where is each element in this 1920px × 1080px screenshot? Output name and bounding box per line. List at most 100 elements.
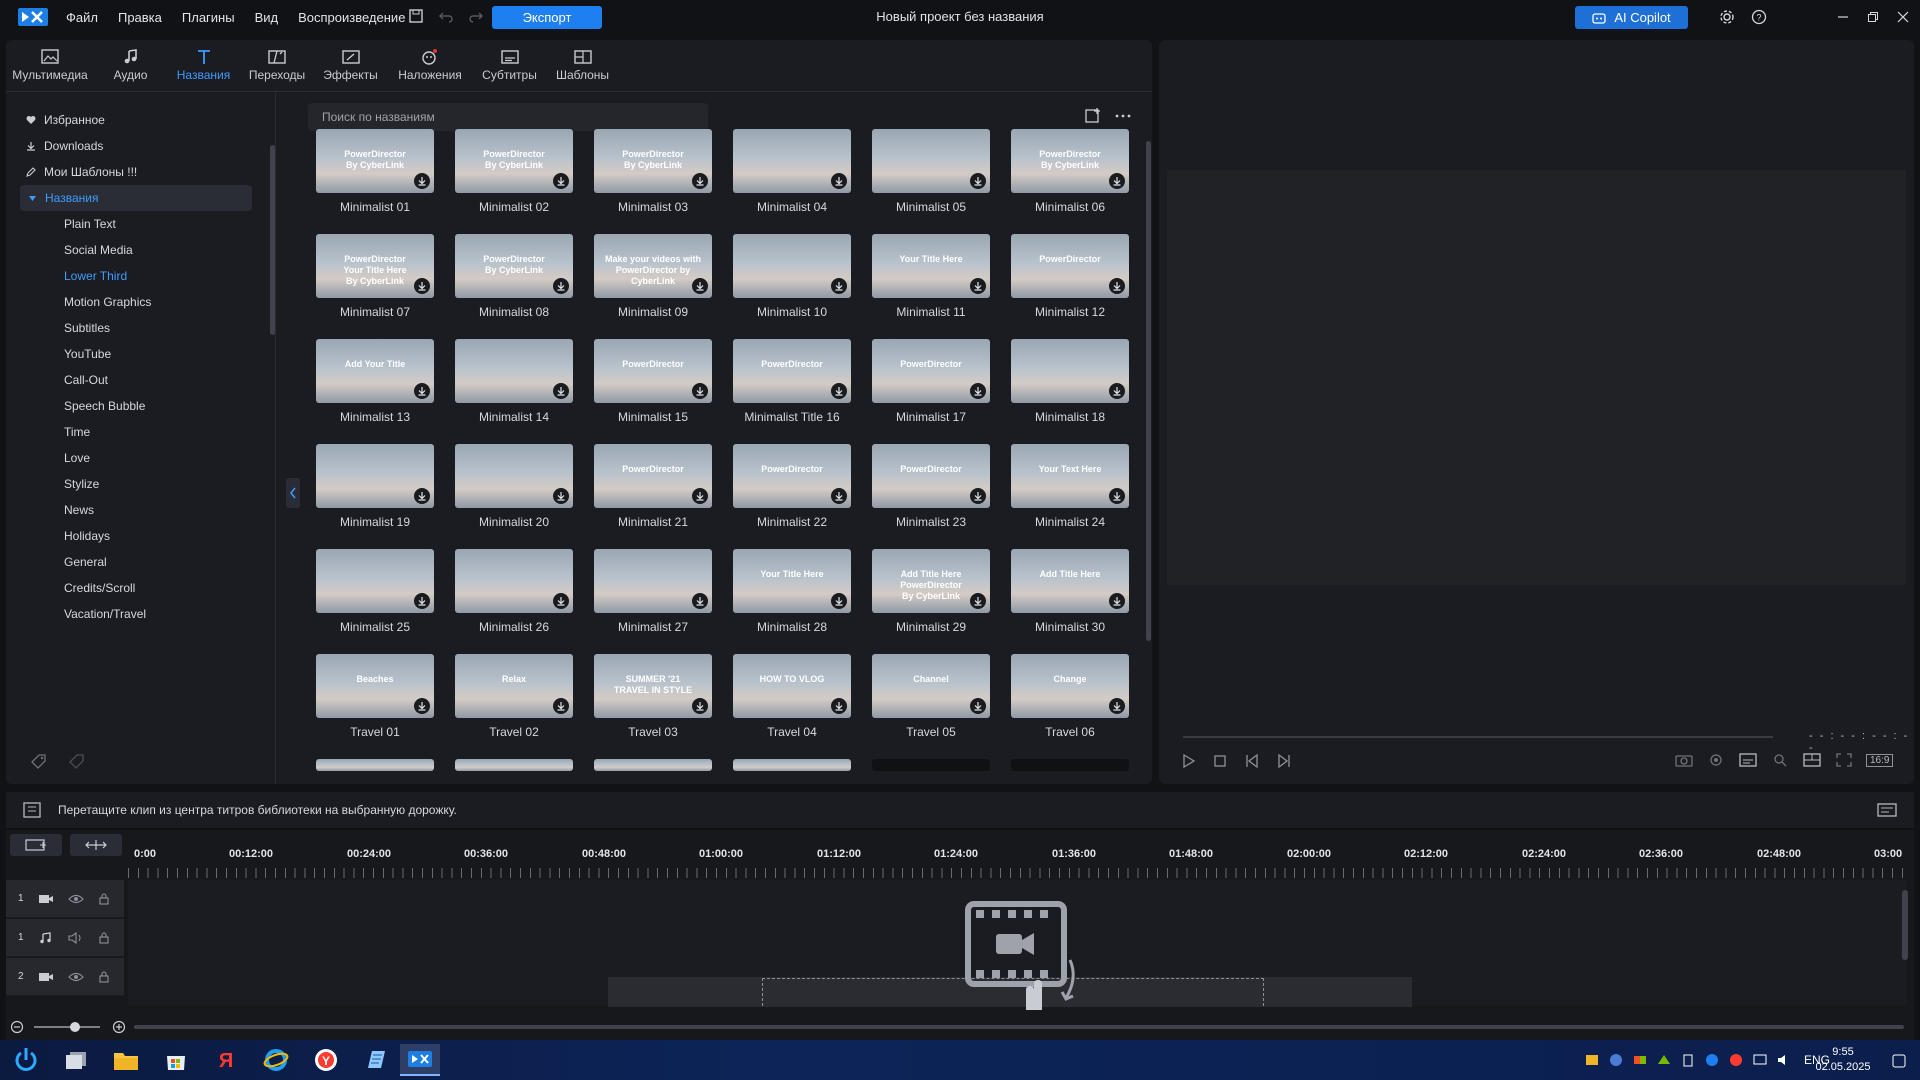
minimize-icon[interactable] (1832, 6, 1854, 28)
download-icon[interactable] (553, 173, 569, 189)
download-icon[interactable] (831, 698, 847, 714)
title-thumbnail[interactable]: Minimalist 14 (455, 339, 573, 424)
lock-icon[interactable] (98, 931, 110, 944)
sidebar-sub-motion-graphics[interactable]: Motion Graphics (64, 289, 151, 315)
download-icon[interactable] (414, 488, 430, 504)
tray-security-icon[interactable] (1704, 1052, 1720, 1068)
layout-icon[interactable] (1802, 752, 1822, 768)
tab-overlays[interactable]: Наложения (387, 40, 473, 91)
title-thumbnail[interactable]: PowerDirector Minimalist 21 (594, 444, 712, 529)
tray-network-icon[interactable] (1608, 1052, 1624, 1068)
sidebar-item-my-templates[interactable]: Мои Шаблоны !!! (26, 159, 137, 185)
file-explorer-icon[interactable] (106, 1044, 146, 1076)
export-button[interactable]: Экспорт (492, 6, 602, 29)
title-thumbnail[interactable]: Minimalist 05 (872, 129, 990, 214)
task-view-icon[interactable] (56, 1044, 96, 1076)
sidebar-sub-lower-third[interactable]: Lower Third (64, 263, 127, 289)
zoom-slider-handle[interactable] (70, 1022, 80, 1032)
title-thumbnail[interactable]: Minimalist 25 (316, 549, 434, 634)
ai-copilot-button[interactable]: AI Copilot (1575, 6, 1688, 29)
title-thumbnail[interactable]: Add Title Here Minimalist 30 (1011, 549, 1129, 634)
download-icon[interactable] (692, 698, 708, 714)
title-thumbnail[interactable]: PowerDirector By CyberLink Minimalist 01 (316, 129, 434, 214)
download-icon[interactable] (414, 593, 430, 609)
sidebar-item-titles[interactable]: Названия (20, 185, 252, 211)
lock-icon[interactable] (98, 892, 110, 905)
sidebar-sub-vacation-travel[interactable]: Vacation/Travel (64, 601, 146, 627)
internet-explorer-icon[interactable] (256, 1044, 296, 1076)
title-thumbnail[interactable]: PowerDirector By CyberLink Minimalist 02 (455, 129, 573, 214)
tray-nvidia-icon[interactable] (1656, 1052, 1672, 1068)
snapshot-icon[interactable] (1674, 752, 1694, 768)
tab-templates[interactable]: Шаблоны (546, 40, 619, 91)
tab-media[interactable]: Мультимедиа (6, 40, 94, 91)
menu-file[interactable]: Файл (66, 10, 98, 25)
tray-app-icon[interactable] (1584, 1052, 1600, 1068)
download-icon[interactable] (1109, 698, 1125, 714)
tray-yandex-icon[interactable] (1728, 1052, 1744, 1068)
fit-timeline-button[interactable] (70, 834, 122, 856)
track-header-video-2[interactable]: 2 (6, 958, 124, 996)
download-icon[interactable] (970, 383, 986, 399)
playback-scrubber[interactable] (1183, 736, 1773, 738)
stop-icon[interactable] (1211, 752, 1229, 770)
tray-volume-icon[interactable] (1776, 1052, 1792, 1068)
title-thumbnail[interactable]: Minimalist 18 (1011, 339, 1129, 424)
download-icon[interactable] (414, 383, 430, 399)
title-thumbnail[interactable]: Minimalist 27 (594, 549, 712, 634)
thumbnail-partial[interactable] (455, 759, 573, 771)
download-icon[interactable] (414, 278, 430, 294)
notepad-icon[interactable] (356, 1044, 396, 1076)
title-thumbnail[interactable]: Relax Travel 02 (455, 654, 573, 739)
search-titles-input[interactable]: Поиск по названиям (308, 103, 708, 131)
settings-icon[interactable] (1716, 6, 1738, 28)
more-icon[interactable] (1114, 107, 1132, 125)
menu-view[interactable]: Вид (255, 10, 279, 25)
zoom-out-icon[interactable] (10, 1020, 24, 1034)
thumbnail-partial[interactable] (872, 759, 990, 771)
restore-icon[interactable] (1862, 6, 1884, 28)
download-icon[interactable] (831, 593, 847, 609)
notifications-icon[interactable] (1890, 1052, 1908, 1070)
sidebar-item-downloads[interactable]: Downloads (26, 133, 103, 159)
download-icon[interactable] (831, 173, 847, 189)
title-thumbnail[interactable]: PowerDirector Minimalist 17 (872, 339, 990, 424)
sidebar-sub-youtube[interactable]: YouTube (64, 341, 111, 367)
sidebar-item-favorites[interactable]: Избранное (26, 107, 105, 133)
track-header-video-1[interactable]: 1 (6, 880, 124, 918)
title-thumbnail[interactable]: Your Text Here Minimalist 24 (1011, 444, 1129, 529)
record-icon[interactable] (1706, 752, 1726, 768)
title-thumbnail[interactable]: Change Travel 06 (1011, 654, 1129, 739)
download-icon[interactable] (553, 488, 569, 504)
title-thumbnail[interactable]: PowerDirector Minimalist 22 (733, 444, 851, 529)
download-icon[interactable] (1109, 383, 1125, 399)
title-thumbnail[interactable]: PowerDirector Minimalist 12 (1011, 234, 1129, 319)
menu-playback[interactable]: Воспроизведение (298, 10, 405, 25)
sidebar-sub-general[interactable]: General (64, 549, 107, 575)
sidebar-sub-call-out[interactable]: Call-Out (64, 367, 108, 393)
download-icon[interactable] (692, 278, 708, 294)
download-icon[interactable] (1109, 593, 1125, 609)
track-header-audio-1[interactable]: 1 (6, 919, 124, 957)
title-thumbnail[interactable]: Minimalist 10 (733, 234, 851, 319)
download-icon[interactable] (414, 698, 430, 714)
title-thumbnail[interactable]: Minimalist 20 (455, 444, 573, 529)
grid-scrollbar[interactable] (1146, 141, 1151, 641)
menu-plugins[interactable]: Плагины (182, 10, 235, 25)
thumbnail-partial[interactable] (1011, 759, 1129, 771)
title-thumbnail[interactable]: PowerDirector Your Title Here By CyberLi… (316, 234, 434, 319)
download-icon[interactable] (692, 173, 708, 189)
title-thumbnail[interactable]: Minimalist 19 (316, 444, 434, 529)
save-icon[interactable] (408, 8, 424, 24)
download-icon[interactable] (692, 488, 708, 504)
fullscreen-icon[interactable] (1834, 752, 1854, 768)
lock-icon[interactable] (98, 970, 110, 983)
zoom-icon[interactable] (1770, 752, 1790, 768)
title-thumbnail[interactable]: SUMMER '21 TRAVEL IN STYLE Travel 03 (594, 654, 712, 739)
sidebar-sub-love[interactable]: Love (64, 445, 90, 471)
sidebar-sub-news[interactable]: News (64, 497, 94, 523)
tab-audio[interactable]: Аудио (94, 40, 167, 91)
title-thumbnail[interactable]: Add Title Here PowerDirector By CyberLin… (872, 549, 990, 634)
sidebar-sub-time[interactable]: Time (64, 419, 90, 445)
close-icon[interactable] (1892, 6, 1914, 28)
